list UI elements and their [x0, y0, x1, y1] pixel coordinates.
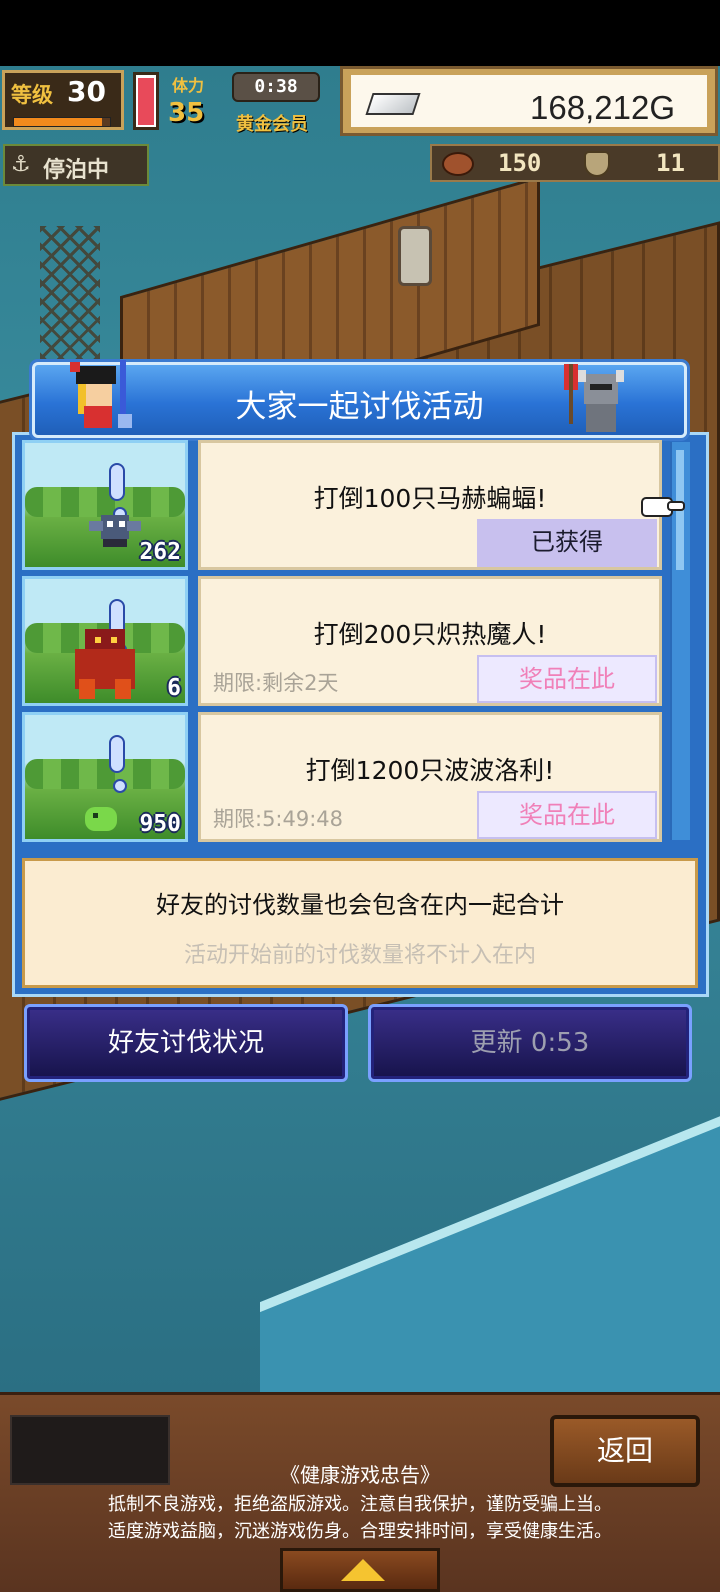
- membership-label: 黄金会员: [236, 114, 308, 135]
- anchor-icon: ⚓: [11, 152, 31, 177]
- quest-thumbnail: 6: [22, 576, 188, 706]
- note-main: 好友的讨伐数量也会包含在内一起合计: [156, 891, 564, 919]
- quest-card: 打倒1200只波波洛利! 期限:5:49:48 奖品在此: [198, 712, 662, 842]
- quest-deadline: 期限:剩余2天: [213, 671, 339, 695]
- meat-icon: [442, 152, 474, 176]
- quest-title: 打倒100只马赫蝙蝠!: [313, 484, 547, 513]
- top-hud: 等级 30 体力 35 0:38 黄金会员 168,212G: [0, 66, 720, 136]
- quest-row[interactable]: 950 打倒1200只波波洛利! 期限:5:49:48 奖品在此: [22, 712, 662, 844]
- meat-value: 150: [498, 149, 542, 177]
- obtained-button[interactable]: 已获得: [477, 519, 657, 567]
- gold-inner: 168,212G: [351, 75, 707, 127]
- stamina-fill: [138, 78, 154, 125]
- bottom-bar: 返回 《健康游戏忠告》 抵制不良游戏，拒绝盗版游戏。注意自我保护，谨防受骗上当。…: [0, 1392, 720, 1592]
- expand-menu-button[interactable]: [280, 1548, 440, 1592]
- gold-display[interactable]: 168,212G: [340, 66, 718, 136]
- quest-thumbnail: 262: [22, 440, 188, 570]
- prize-button[interactable]: 奖品在此: [477, 655, 657, 703]
- kill-count: 950: [139, 811, 181, 837]
- level-value: 30: [67, 75, 106, 108]
- quest-thumbnail: 950: [22, 712, 188, 842]
- flame-demon-icon: [75, 629, 135, 699]
- note-sub: 活动开始前的讨伐数量将不计入在内: [183, 943, 536, 968]
- quest-row[interactable]: 262 打倒100只马赫蝙蝠! 已获得: [22, 440, 662, 572]
- exclamation-icon: [109, 735, 127, 793]
- exclamation-icon: [109, 463, 127, 521]
- level-box[interactable]: 等级 30: [2, 70, 124, 130]
- gold-value: 168,212G: [530, 89, 675, 126]
- quest-card: 打倒200只炽热魔人! 期限:剩余2天 奖品在此: [198, 576, 662, 706]
- health-advice-line: 适度游戏益脑，沉迷游戏伤身。合理安排时间，享受健康生活。: [108, 1521, 612, 1542]
- silver-bar-icon: [365, 93, 421, 115]
- refresh-button[interactable]: 更新 0:53: [368, 1004, 692, 1082]
- sea-water: [260, 1092, 720, 1392]
- health-advice-title: 《健康游戏忠告》: [280, 1463, 440, 1487]
- quest-title: 打倒1200只波波洛利!: [305, 756, 555, 785]
- friend-status-button[interactable]: 好友讨伐状况: [24, 1004, 348, 1082]
- level-label: 等级: [11, 83, 53, 107]
- stamina-value: 35: [168, 98, 205, 128]
- stamina-label: 体力: [172, 76, 205, 95]
- deck-lamp: [398, 226, 432, 286]
- health-advice-line: 抵制不良游戏，拒绝盗版游戏。注意自我保护，谨防受骗上当。: [108, 1494, 612, 1515]
- shield-value: 11: [656, 149, 685, 177]
- quest-deadline: 期限:5:49:48: [213, 807, 344, 831]
- level-progress-fill: [14, 118, 103, 126]
- dock-status-label: 停泊中: [43, 158, 110, 183]
- resource-bar[interactable]: 150 11: [430, 144, 720, 182]
- prize-button[interactable]: 奖品在此: [477, 791, 657, 839]
- kill-count: 6: [167, 675, 181, 701]
- hand-pointer-icon: [641, 497, 685, 517]
- pirate-avatar-icon: [70, 360, 132, 428]
- level-progress-bar: [13, 117, 111, 127]
- quest-title: 打倒200只炽热魔人!: [313, 620, 547, 649]
- bat-monster-icon: [89, 515, 141, 547]
- quest-row[interactable]: 6 打倒200只炽热魔人! 期限:剩余2天 奖品在此: [22, 576, 662, 708]
- stamina-timer: 0:38: [232, 72, 320, 102]
- stamina-box[interactable]: 体力 35 0:38 黄金会员: [162, 70, 336, 136]
- knight-avatar-icon: [564, 364, 624, 432]
- stamina-gauge: [133, 72, 159, 130]
- up-arrow-icon: [341, 1559, 385, 1581]
- kill-count: 262: [139, 539, 181, 565]
- trees: [25, 759, 185, 789]
- shield-icon: [584, 151, 610, 177]
- event-note: 好友的讨伐数量也会包含在内一起合计 活动开始前的讨伐数量将不计入在内: [22, 858, 698, 988]
- dock-status[interactable]: ⚓ 停泊中: [3, 144, 149, 186]
- quest-card: 打倒100只马赫蝙蝠! 已获得: [198, 440, 662, 570]
- slime-monster-icon: [85, 807, 117, 831]
